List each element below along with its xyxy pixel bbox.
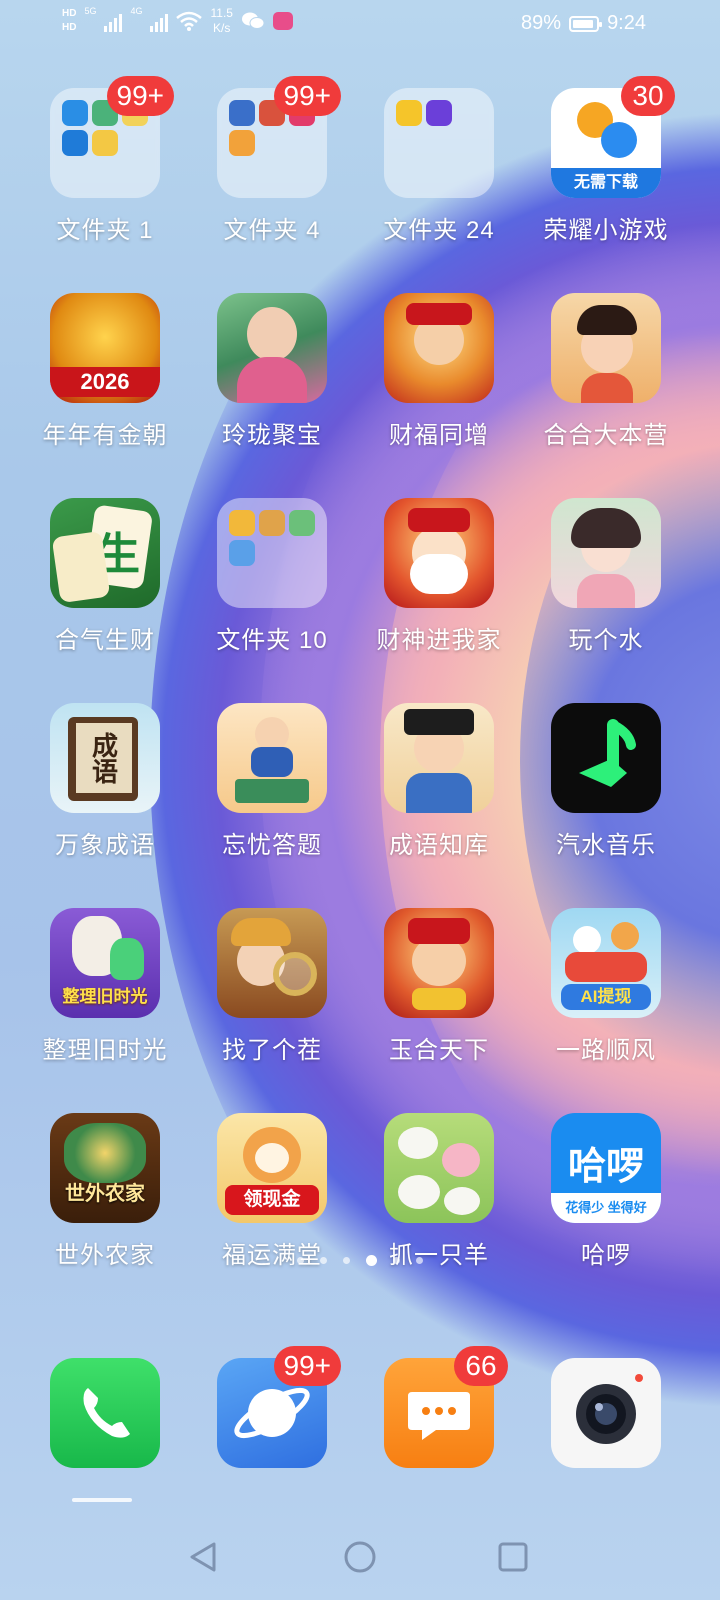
app-niannian-youjin[interactable]: 2026 年年有金朝 [20,293,190,450]
app-label: 荣耀小游戏 [543,217,669,244]
icon-caption: 2026 [50,367,160,397]
app-label: 财福同增 [389,422,489,449]
app-label: 文件夹 4 [223,217,321,244]
dock-messages[interactable]: 66 [354,1346,524,1468]
app-zhua-yizhiyang[interactable]: 抓一只羊 [354,1113,524,1270]
app-label: 万象成语 [55,832,155,859]
app-shiwai-nongjia[interactable]: 世外农家 世外农家 [20,1113,190,1270]
camera-icon [576,1374,643,1444]
page-dot[interactable] [343,1257,350,1264]
icon-caption: 哈啰 [567,1146,644,1188]
dock-camera[interactable] [521,1358,691,1468]
app-qishui-music[interactable]: 汽水音乐 [521,703,691,860]
folder-4[interactable]: 99+ 文件夹 4 [187,76,357,245]
app-label: 成语知库 [389,832,489,859]
page-dot[interactable] [416,1257,423,1264]
page-dot[interactable] [393,1257,400,1264]
folder-24[interactable]: 文件夹 24 [354,88,524,245]
app-label: 文件夹 10 [216,627,328,654]
app-yilu-shunfeng[interactable]: AI提现 一路顺风 [521,908,691,1065]
icon-caption: 无需下载 [551,168,661,198]
app-label: 财神进我家 [376,627,502,654]
app-label: 整理旧时光 [42,1037,168,1064]
back-icon[interactable] [186,1540,220,1574]
notification-badge: 99+ [273,76,341,116]
notification-badge: 99+ [106,76,174,116]
battery-percent: 89% [521,12,562,34]
app-linglong-jubao[interactable]: 玲珑聚宝 [187,293,357,450]
page-indicator[interactable] [0,1255,720,1266]
app-honor-mini-games[interactable]: 无需下载 30 荣耀小游戏 [521,76,691,245]
hd-indicator: HD HD [62,8,77,33]
icon-caption: 整理旧时光 [62,987,148,1006]
app-label: 文件夹 1 [56,217,154,244]
app-label: 玲珑聚宝 [222,422,322,449]
notification-app-icon [272,12,293,30]
app-label: 玩个水 [568,627,644,654]
app-label: 合气生财 [55,627,155,654]
app-label: 文件夹 24 [383,217,495,244]
app-chengyu-zhiku[interactable]: 成语知库 [354,703,524,860]
dock-phone[interactable] [20,1358,190,1468]
notification-badge: 99+ [273,1346,341,1386]
app-wangeshui[interactable]: 玩个水 [521,498,691,655]
page-dot[interactable] [320,1257,327,1264]
app-label: 合合大本营 [543,422,669,449]
folder-1[interactable]: 99+ 文件夹 1 [20,76,190,245]
network-type-2: 4G [130,6,143,16]
icon-caption: 领现金 [225,1185,319,1215]
battery-icon [569,15,603,32]
notification-badge: 30 [621,76,675,116]
app-label: 忘忧答题 [222,832,322,859]
icon-caption: AI提现 [561,984,651,1010]
app-zhengli-jiushiguang[interactable]: 整理旧时光 整理旧时光 [20,908,190,1065]
network-speed: 11.5 K/s [210,6,233,35]
app-heqi-shengcai[interactable]: 生 合气生财 [20,498,190,655]
app-label: 玉合天下 [389,1037,489,1064]
app-label: 找了个茬 [222,1037,322,1064]
app-yuhe-tianxia[interactable]: 玉合天下 [354,908,524,1065]
dock-browser[interactable]: 99+ [187,1346,357,1468]
signal-icon [104,10,123,32]
app-label: 汽水音乐 [556,832,656,859]
app-fuyun-mantang[interactable]: 领现金 福运满堂 [187,1113,357,1270]
notification-badge: 66 [454,1346,508,1386]
status-bar: HD HD 5G 4G 11.5 K/s 89% 9:24 [0,0,720,50]
wifi-icon [176,11,203,31]
icon-caption: 世外农家 [65,1183,145,1205]
navigation-bar [0,1510,720,1600]
app-wanxiang-chengyu[interactable]: 成语 万象成语 [20,703,190,860]
home-icon[interactable] [343,1540,377,1574]
recents-icon[interactable] [496,1540,530,1574]
app-wangyou-dati[interactable]: 忘忧答题 [187,703,357,860]
phone-icon [83,1388,130,1438]
folder-10[interactable]: 文件夹 10 [187,498,357,655]
network-type-1: 5G [84,6,97,16]
app-hehe-dabenying[interactable]: 合合大本营 [521,293,691,450]
app-label: 年年有金朝 [42,422,168,449]
clock: 9:24 [607,12,646,34]
app-caifu-tongzeng[interactable]: 财福同增 [354,293,524,450]
app-zhaole-gecha[interactable]: 找了个茬 [187,908,357,1065]
app-hellobike[interactable]: 哈啰 花得少 坐得好 哈啰 [521,1113,691,1270]
dock-indicator-line [72,1498,132,1502]
app-caishen-jinwojia[interactable]: 财神进我家 [354,498,524,655]
icon-subcaption: 花得少 坐得好 [551,1193,661,1223]
page-dot[interactable] [366,1255,377,1266]
wechat-icon [241,12,265,29]
page-dot[interactable] [297,1257,304,1264]
icon-caption: 成语 [76,723,132,793]
app-label: 一路顺风 [556,1037,656,1064]
signal-icon-2 [150,10,169,32]
